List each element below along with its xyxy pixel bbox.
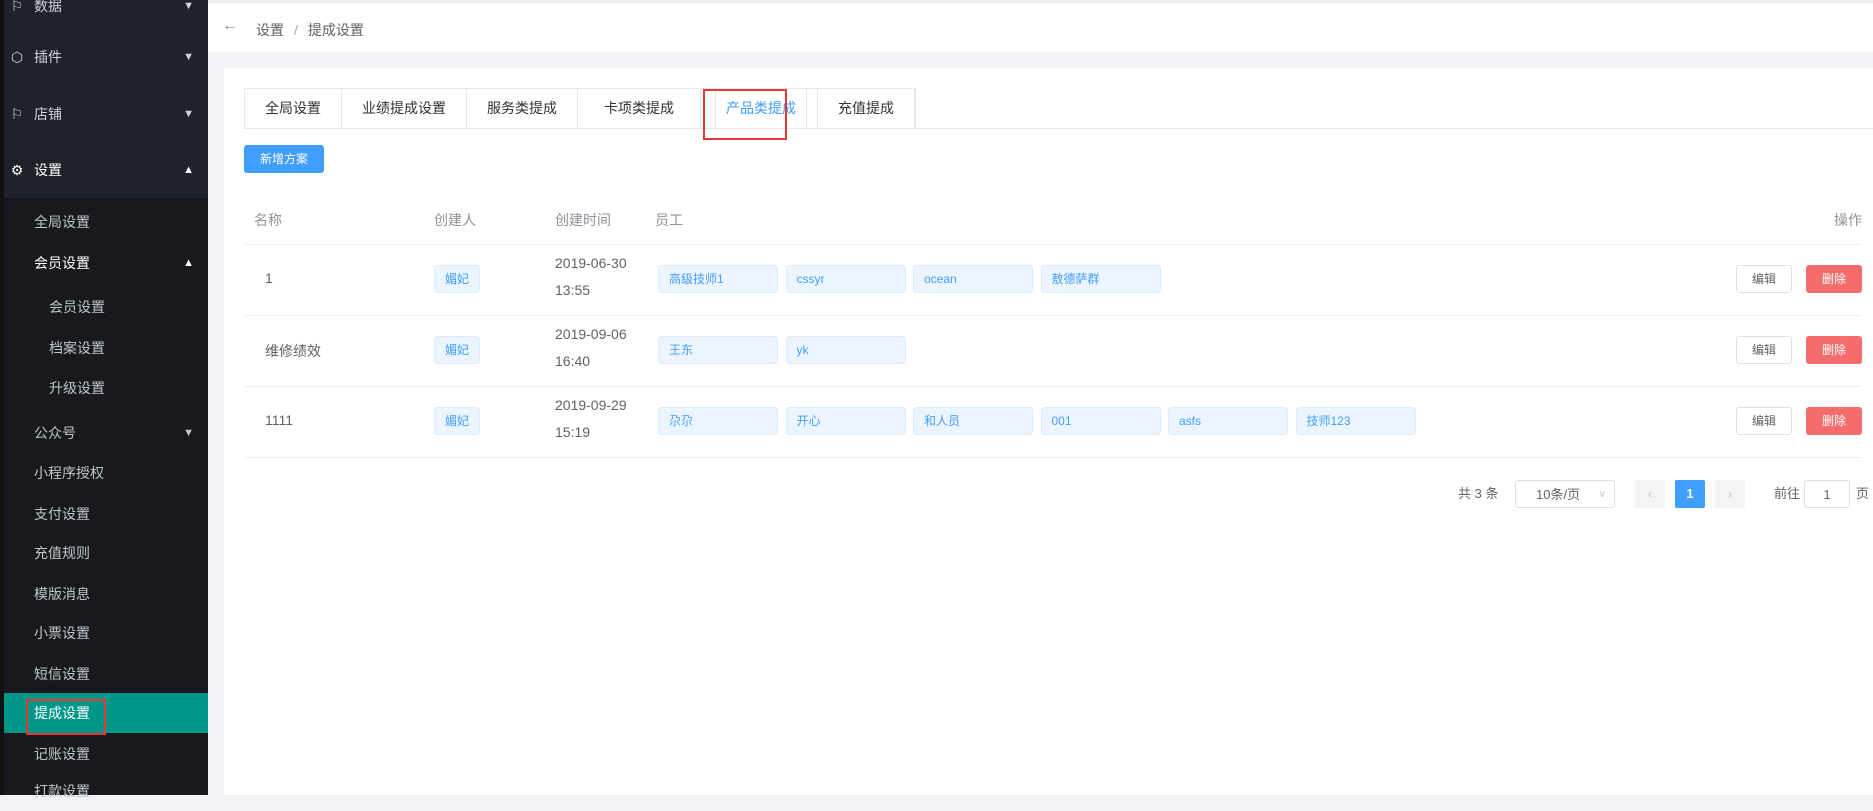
sidebar-item-wechat[interactable]: 公众号 ▼ bbox=[4, 413, 208, 453]
edit-button[interactable]: 编辑 bbox=[1736, 407, 1792, 435]
flag-icon: ⚐ bbox=[10, 106, 24, 122]
chevron-up-icon: ▲ bbox=[183, 257, 194, 269]
staff-tag: 开心 bbox=[785, 407, 906, 435]
breadcrumb: 设置 / 提成设置 bbox=[256, 22, 364, 38]
created-time: 15:19 bbox=[555, 424, 591, 440]
add-plan-button[interactable]: 新增方案 bbox=[244, 145, 324, 173]
tab-global[interactable]: 全局设置 bbox=[245, 89, 342, 128]
page-1-button[interactable]: 1 bbox=[1675, 480, 1705, 508]
col-staff: 员工 bbox=[655, 212, 683, 228]
tab-recharge[interactable]: 充值提成 bbox=[817, 89, 915, 128]
sidebar-item-member-group[interactable]: 会员设置 ▲ bbox=[4, 243, 208, 283]
delete-button[interactable]: 删除 bbox=[1806, 336, 1862, 364]
header-bar: ← 设置 / 提成设置 bbox=[208, 0, 1873, 52]
creator-tag: 媚妃 bbox=[434, 407, 481, 435]
tab-service[interactable]: 服务类提成 bbox=[467, 89, 578, 128]
cube-icon: ⬡ bbox=[10, 49, 24, 65]
creator-tag: 媚妃 bbox=[434, 265, 481, 293]
sidebar-item-sms[interactable]: 短信设置 bbox=[4, 654, 208, 694]
created-date: 2019-09-29 bbox=[555, 397, 627, 413]
plan-name: 维修绩效 bbox=[265, 343, 321, 359]
divider bbox=[244, 386, 1861, 387]
goto-label: 前往 bbox=[1774, 486, 1801, 501]
prev-page-button[interactable]: ‹ bbox=[1635, 480, 1665, 508]
sidebar-item-data[interactable]: ⚐ 数据 ▼ bbox=[4, 0, 208, 26]
col-creator: 创建人 bbox=[434, 212, 476, 228]
sidebar: ⚐ 数据 ▼ ⬡ 插件 ▼ ⚐ 店铺 ▼ ⚙ 设置 ▲ 全局设置 会员设置 ▲ 会员设置 档案设置… bbox=[0, 0, 208, 799]
plan-name: 1111 bbox=[265, 412, 294, 428]
next-page-button[interactable]: › bbox=[1715, 480, 1745, 508]
staff-tag: 001 bbox=[1040, 407, 1161, 435]
sidebar-item-payout[interactable]: 打款设置 bbox=[4, 771, 208, 811]
sidebar-item-recharge-rules[interactable]: 充值规则 bbox=[4, 533, 208, 573]
plan-name: 1 bbox=[265, 270, 273, 286]
delete-button[interactable]: 删除 bbox=[1806, 407, 1862, 435]
breadcrumb-current: 提成设置 bbox=[307, 22, 364, 38]
page-suffix: 页 bbox=[1856, 486, 1870, 501]
sidebar-item-payment[interactable]: 支付设置 bbox=[4, 494, 208, 534]
col-ops: 操作 bbox=[1834, 212, 1862, 228]
divider bbox=[244, 244, 1861, 245]
chevron-down-icon: ∨ bbox=[1598, 489, 1606, 500]
staff-tag: 尕尕 bbox=[658, 407, 778, 435]
sidebar-item-member[interactable]: 会员设置 bbox=[4, 287, 208, 327]
chevron-up-icon: ▲ bbox=[183, 164, 194, 176]
staff-tag: 技师123 bbox=[1295, 407, 1416, 435]
highlight-box bbox=[26, 699, 106, 735]
edit-button[interactable]: 编辑 bbox=[1736, 336, 1792, 364]
goto-page-input[interactable]: 1 bbox=[1804, 480, 1850, 508]
created-time: 13:55 bbox=[555, 282, 591, 298]
delete-button[interactable]: 删除 bbox=[1806, 265, 1862, 293]
back-arrow-icon[interactable]: ← bbox=[222, 17, 238, 35]
sidebar-item-template-msg[interactable]: 模版消息 bbox=[4, 574, 208, 614]
tab-card[interactable]: 卡项类提成 bbox=[578, 89, 701, 128]
sidebar-item-global[interactable]: 全局设置 bbox=[4, 202, 208, 242]
sidebar-item-upgrade[interactable]: 升级设置 bbox=[4, 368, 208, 408]
sidebar-item-archive[interactable]: 档案设置 bbox=[4, 328, 208, 368]
creator-tag: 媚妃 bbox=[434, 336, 481, 364]
breadcrumb-root[interactable]: 设置 bbox=[256, 22, 284, 38]
tab-performance[interactable]: 业绩提成设置 bbox=[342, 89, 467, 128]
total-count: 共 3 条 bbox=[1458, 486, 1499, 501]
sidebar-item-settings[interactable]: ⚙ 设置 ▲ bbox=[4, 150, 208, 190]
tab-bar: 全局设置 业绩提成设置 服务类提成 卡项类提成 产品类提成 充值提成 bbox=[244, 88, 916, 129]
staff-tag: 王东 bbox=[658, 336, 778, 364]
staff-tag: cssyr bbox=[785, 265, 906, 293]
page-size-select[interactable]: 10条/页 ∨ bbox=[1515, 480, 1615, 508]
sidebar-item-store[interactable]: ⚐ 店铺 ▼ bbox=[4, 94, 208, 134]
sidebar-item-receipt[interactable]: 小票设置 bbox=[4, 613, 208, 653]
chevron-down-icon: ▼ bbox=[183, 0, 194, 12]
chevron-down-icon: ▼ bbox=[183, 427, 194, 439]
sidebar-item-plugins[interactable]: ⬡ 插件 ▼ bbox=[4, 37, 208, 77]
col-time: 创建时间 bbox=[555, 212, 611, 228]
col-name: 名称 bbox=[254, 212, 282, 228]
divider bbox=[244, 457, 1861, 458]
staff-tag: asfs bbox=[1168, 407, 1288, 435]
created-date: 2019-06-30 bbox=[555, 255, 627, 271]
chevron-down-icon: ▼ bbox=[183, 108, 194, 120]
created-time: 16:40 bbox=[555, 353, 591, 369]
sidebar-item-miniapp[interactable]: 小程序授权 bbox=[4, 453, 208, 493]
highlight-box bbox=[703, 89, 787, 140]
sidebar-item-bookkeeping[interactable]: 记账设置 bbox=[4, 734, 208, 774]
gear-icon: ⚙ bbox=[10, 162, 24, 178]
staff-tag: ocean bbox=[913, 265, 1033, 293]
divider bbox=[244, 315, 1861, 316]
staff-tag: yk bbox=[785, 336, 906, 364]
chevron-down-icon: ▼ bbox=[183, 51, 194, 63]
staff-tag: 和人员 bbox=[913, 407, 1033, 435]
staff-tag: 敖德萨群 bbox=[1040, 265, 1161, 293]
created-date: 2019-09-06 bbox=[555, 326, 627, 342]
edit-button[interactable]: 编辑 bbox=[1736, 265, 1792, 293]
flag-icon: ⚐ bbox=[10, 0, 24, 14]
staff-tag: 高级技师1 bbox=[658, 265, 778, 293]
